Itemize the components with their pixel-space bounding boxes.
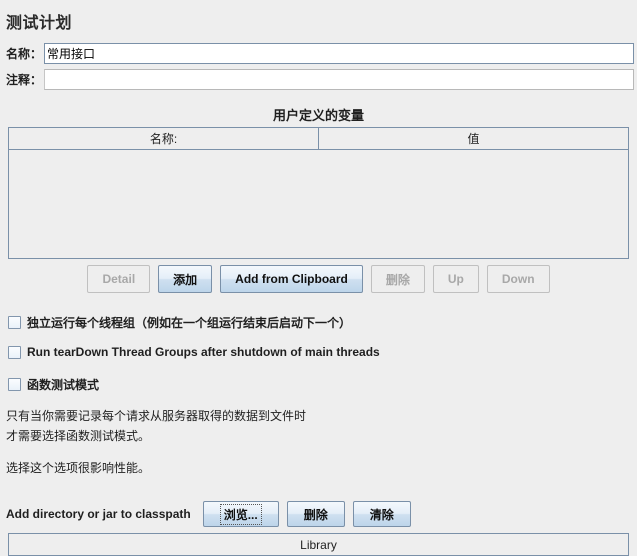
description-line-2: 才需要选择函数测试模式。 [6, 429, 151, 443]
name-label: 名称： [6, 46, 43, 61]
delete-button-label: 删除 [385, 272, 410, 287]
checkbox-icon[interactable] [8, 316, 21, 329]
up-button[interactable]: Up [432, 265, 479, 293]
comment-label: 注释： [6, 72, 43, 87]
description-line-3: 选择这个选项很影响性能。 [6, 461, 151, 475]
detail-button[interactable]: Detail [87, 265, 151, 293]
checkbox-row-run-thread-groups-consecutively[interactable]: 独立运行每个线程组（例如在一个组运行结束后启动下一个） [8, 314, 351, 331]
variables-button-bar: Detail 添加 Add from Clipboard 删除 Up Down [0, 265, 637, 293]
checkbox-row-functional-test-mode[interactable]: 函数测试模式 [8, 376, 99, 393]
checkbox-label-teardown-thread-groups: Run tearDown Thread Groups after shutdow… [27, 345, 380, 359]
classpath-delete-button-label: 删除 [303, 507, 328, 522]
comment-input[interactable] [44, 68, 634, 90]
detail-button-label: Detail [102, 272, 136, 286]
column-header-value[interactable]: 值 [319, 128, 628, 149]
classpath-label: Add directory or jar to classpath [6, 507, 191, 521]
table-header-row: 名称: 值 [9, 128, 628, 150]
name-input[interactable] [44, 42, 634, 64]
classpath-delete-button[interactable]: 删除 [286, 501, 345, 527]
down-button[interactable]: Down [486, 265, 550, 293]
classpath-row: Add directory or jar to classpath 浏览... … [6, 501, 411, 527]
checkbox-icon[interactable] [8, 378, 21, 391]
browse-button-label: 浏览... [219, 503, 262, 525]
down-button-label: Down [501, 272, 535, 286]
classpath-clear-button[interactable]: 清除 [352, 501, 411, 527]
checkbox-label-run-thread-groups-consecutively: 独立运行每个线程组（例如在一个组运行结束后启动下一个） [27, 316, 352, 330]
add-button-label: 添加 [173, 272, 198, 287]
library-table: Library [8, 533, 629, 556]
add-from-clipboard-button-label: Add from Clipboard [235, 272, 348, 286]
checkbox-row-teardown-thread-groups[interactable]: Run tearDown Thread Groups after shutdow… [8, 345, 380, 359]
name-field-row: 名称： [0, 42, 637, 64]
description-line-1: 只有当你需要记录每个请求从服务器取得的数据到文件时 [6, 409, 307, 423]
classpath-clear-button-label: 清除 [369, 507, 394, 522]
page-title: 测试计划 [6, 15, 73, 32]
delete-button[interactable]: 删除 [370, 265, 425, 293]
table-body[interactable] [9, 150, 628, 258]
checkbox-icon[interactable] [8, 345, 21, 359]
column-header-name[interactable]: 名称: [9, 128, 319, 149]
add-button[interactable]: 添加 [158, 265, 213, 293]
checkbox-label-functional-test-mode: 函数测试模式 [27, 378, 100, 392]
user-defined-variables-table: 名称: 值 [8, 127, 629, 259]
add-from-clipboard-button[interactable]: Add from Clipboard [220, 265, 363, 293]
column-header-library[interactable]: Library [300, 538, 337, 552]
comment-field-row: 注释： [0, 68, 637, 90]
up-button-label: Up [447, 272, 464, 286]
browse-button[interactable]: 浏览... [202, 501, 279, 527]
user-defined-variables-title: 用户定义的变量 [272, 108, 364, 123]
